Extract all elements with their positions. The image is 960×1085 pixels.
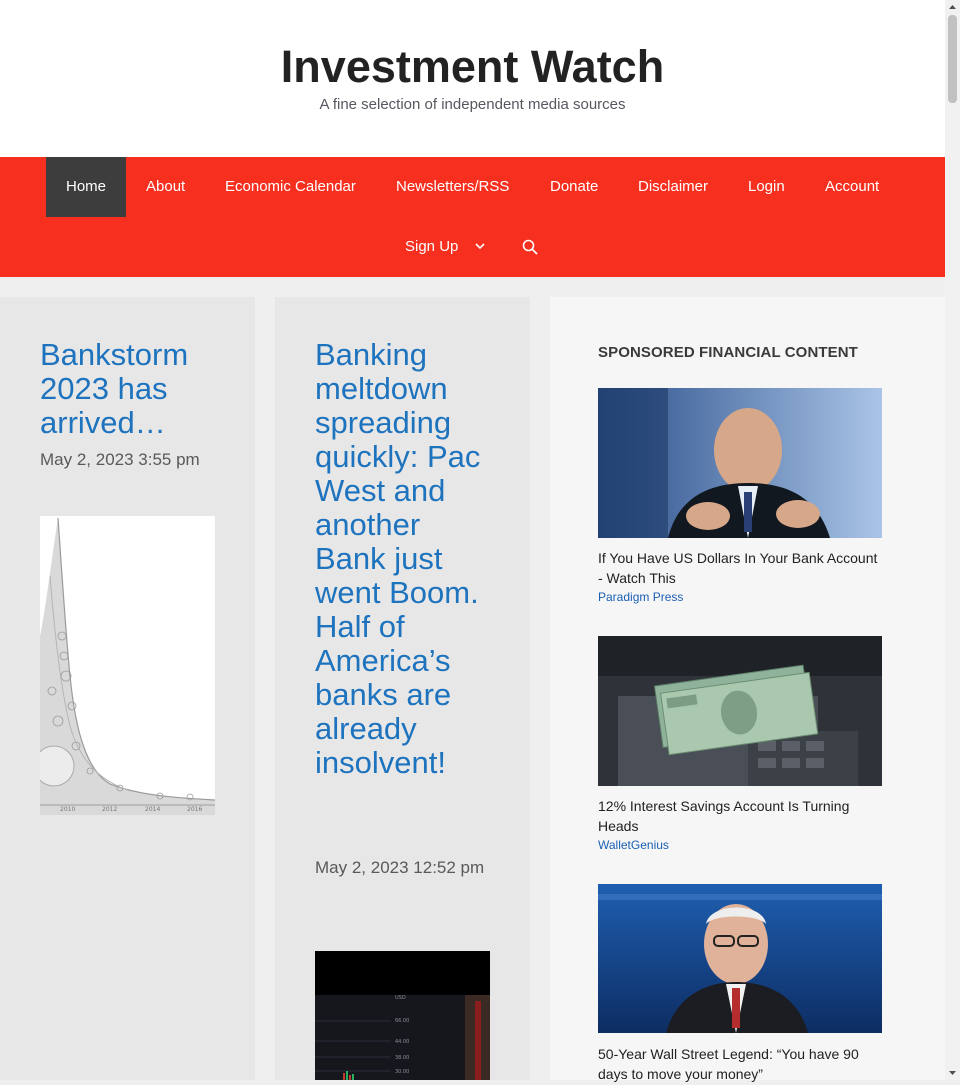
scroll-down-arrow-icon[interactable] [945, 1065, 960, 1080]
nav-item-account[interactable]: Account [805, 157, 899, 217]
sidebar: SPONSORED FINANCIAL CONTENT If You Have … [550, 297, 945, 1082]
ad-source[interactable]: Paradigm Press [598, 589, 882, 605]
nav-item-disclaimer[interactable]: Disclaimer [618, 157, 728, 217]
svg-text:2012: 2012 [102, 806, 117, 813]
svg-text:2010: 2010 [60, 806, 75, 813]
site-title[interactable]: Investment Watch [0, 40, 945, 94]
svg-text:66.00: 66.00 [395, 1018, 409, 1024]
svg-text:2014: 2014 [145, 806, 160, 813]
post-card: Bankstorm 2023 has arrived… May 2, 2023 … [0, 297, 255, 1080]
sponsored-ad[interactable]: If You Have US Dollars In Your Bank Acco… [598, 388, 882, 605]
post-date: May 2, 2023 3:55 pm [40, 450, 200, 469]
nav-item-label: Account [825, 178, 880, 195]
scrollbar[interactable] [945, 0, 960, 1080]
post-date: May 2, 2023 12:52 pm [315, 858, 485, 877]
nav-item-donate[interactable]: Donate [530, 157, 618, 217]
nav-item-label: Economic Calendar [225, 178, 356, 195]
svg-text:30.00: 30.00 [395, 1069, 409, 1075]
nav-item-label: About [146, 178, 186, 195]
site-description: A fine selection of independent media so… [319, 96, 626, 113]
sponsored-ad[interactable]: 50-Year Wall Street Legend: “You have 90… [598, 884, 882, 1084]
ad-title[interactable]: If You Have US Dollars In Your Bank Acco… [598, 548, 882, 588]
nav-item-label: Donate [550, 178, 599, 195]
nav-item-newsletters-rss[interactable]: Newsletters/RSS [376, 157, 529, 217]
search-button[interactable] [510, 217, 550, 277]
svg-text:USD: USD [395, 995, 406, 1001]
nav-item-sign-up[interactable]: Sign Up [385, 217, 505, 277]
main-navigation: Home About Economic Calendar Newsletters… [0, 157, 945, 277]
ad-title[interactable]: 50-Year Wall Street Legend: “You have 90… [598, 1044, 882, 1084]
svg-text:44.00: 44.00 [395, 1039, 409, 1045]
ad-image[interactable] [598, 636, 882, 786]
sidebar-heading: SPONSORED FINANCIAL CONTENT [598, 344, 858, 361]
search-icon [522, 239, 538, 260]
nav-item-label: Newsletters/RSS [396, 178, 510, 195]
svg-text:2016: 2016 [187, 806, 202, 813]
post-title[interactable]: Banking meltdown spreading quickly: Pac … [315, 338, 495, 780]
svg-text:38.00: 38.00 [395, 1055, 409, 1061]
nav-item-label: Disclaimer [638, 178, 709, 195]
ad-image[interactable] [598, 884, 882, 1034]
nav-item-economic-calendar[interactable]: Economic Calendar [205, 157, 376, 217]
scroll-up-arrow-icon[interactable] [945, 0, 960, 15]
nav-item-label: Sign Up [405, 238, 459, 255]
site-header: Investment Watch A fine selection of ind… [0, 0, 945, 157]
ad-source[interactable]: WalletGenius [598, 837, 882, 853]
nav-item-about[interactable]: About [126, 157, 205, 217]
nav-item-home[interactable]: Home [46, 157, 127, 217]
post-thumbnail[interactable]: USD 66.00 44.00 38.00 30.00 [315, 951, 490, 1080]
ad-image[interactable] [598, 388, 882, 538]
chevron-down-icon [474, 217, 485, 277]
post-card: Banking meltdown spreading quickly: Pac … [275, 297, 530, 1080]
ad-title[interactable]: 12% Interest Savings Account Is Turning … [598, 796, 882, 836]
scrollbar-thumb[interactable] [948, 15, 957, 103]
post-title[interactable]: Bankstorm 2023 has arrived… [40, 338, 220, 440]
nav-item-label: Login [748, 178, 785, 195]
post-thumbnail[interactable]: 2010 2012 2014 2016 [40, 516, 215, 815]
sponsored-ad[interactable]: 12% Interest Savings Account Is Turning … [598, 636, 882, 853]
nav-item-label: Home [66, 178, 107, 195]
nav-item-login[interactable]: Login [728, 157, 805, 217]
page: Investment Watch A fine selection of ind… [0, 0, 945, 1082]
